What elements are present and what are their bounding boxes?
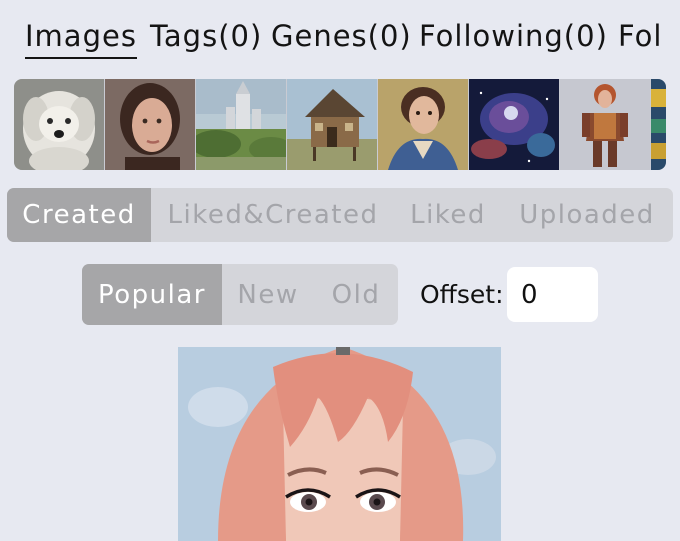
thumbnail-nebula[interactable] [469, 79, 559, 170]
filter-uploaded[interactable]: Uploaded [501, 188, 673, 242]
sort-filter: Popular New Old [82, 264, 398, 325]
offset-label: Offset: [420, 280, 504, 309]
filter-created[interactable]: Created [7, 188, 151, 242]
sort-old[interactable]: Old [314, 264, 398, 325]
offset-input[interactable] [507, 267, 598, 322]
tab-following[interactable]: Following(0) [419, 18, 608, 54]
filter-liked-and-created[interactable]: Liked&Created [151, 188, 395, 242]
sort-popular[interactable]: Popular [82, 264, 222, 325]
thumbnail-strip [14, 79, 666, 170]
main-image-pink-haired-girl[interactable] [178, 347, 501, 541]
thumbnail-white-dog[interactable] [14, 79, 104, 170]
tab-followers[interactable]: Fol [618, 18, 662, 54]
source-filter: Created Liked&Created Liked Uploaded [7, 188, 673, 242]
top-tab-bar: Images Tags(0) Genes(0) Following(0) Fol [0, 0, 680, 70]
filter-liked[interactable]: Liked [395, 188, 501, 242]
thumbnail-woman-portrait[interactable] [105, 79, 195, 170]
thumbnail-colorful-partial[interactable] [651, 79, 666, 170]
tab-genes[interactable]: Genes(0) [271, 18, 412, 54]
tab-images[interactable]: Images [25, 18, 137, 59]
sort-new[interactable]: New [222, 264, 314, 325]
thumbnail-armored-warrior[interactable] [560, 79, 650, 170]
thumbnail-wooden-house[interactable] [287, 79, 377, 170]
tab-tags[interactable]: Tags(0) [150, 18, 262, 54]
thumbnail-painted-woman[interactable] [378, 79, 468, 170]
thumbnail-castle-landscape[interactable] [196, 79, 286, 170]
